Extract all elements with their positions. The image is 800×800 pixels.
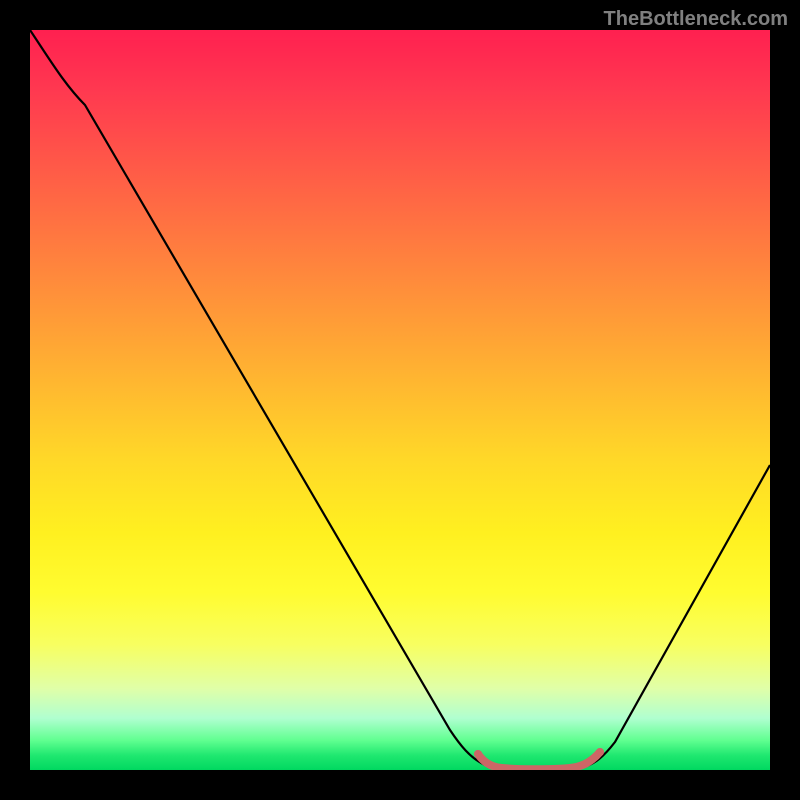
marker-start-dot [474,750,482,758]
marker-end-dot [596,748,604,756]
curve-svg [30,30,770,770]
watermark-text: TheBottleneck.com [604,8,788,31]
bottleneck-curve [30,30,770,770]
optimal-range-marker [478,752,600,769]
plot-area [30,30,770,770]
